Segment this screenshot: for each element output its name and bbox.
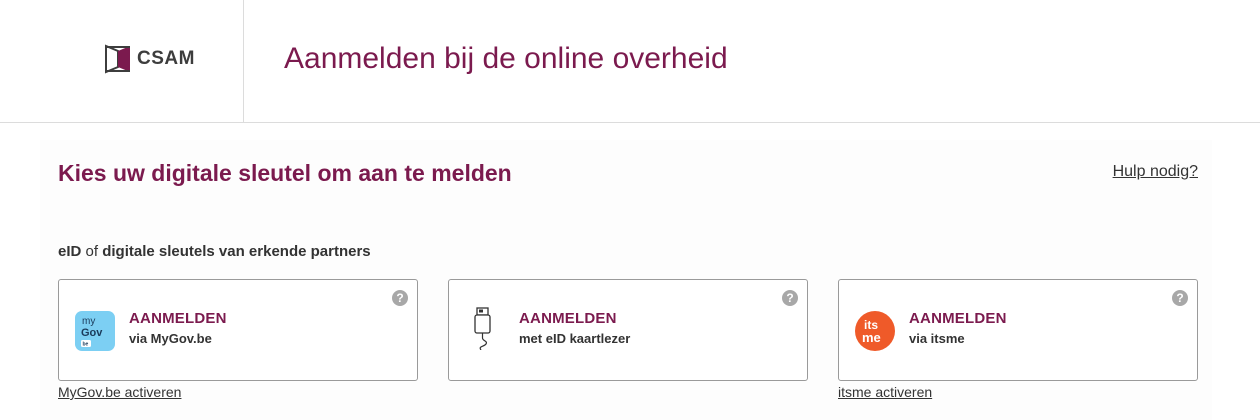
- card-subtitle: via MyGov.be: [129, 331, 212, 346]
- logo-area: CSAM: [0, 0, 244, 122]
- section-title: Kies uw digitale sleutel om aan te melde…: [58, 160, 512, 186]
- mygov-icon: my Gov be: [74, 310, 115, 351]
- subheading-partners: digitale sleutels van erkende partners: [102, 243, 371, 260]
- subheading: eID of digitale sleutels van erkende par…: [58, 243, 371, 260]
- help-link[interactable]: Hulp nodig?: [1113, 163, 1198, 181]
- csam-logo[interactable]: CSAM: [104, 44, 195, 74]
- card-title: AANMELDEN: [909, 310, 1007, 327]
- itsme-icon: its me: [854, 310, 895, 351]
- itsme-icon-text-me: me: [862, 330, 881, 345]
- subheading-eid: eID: [58, 243, 82, 260]
- card-subtitle: via itsme: [909, 331, 965, 346]
- card-title: AANMELDEN: [519, 310, 617, 327]
- card-title: AANMELDEN: [129, 310, 227, 327]
- itsme-activate-link[interactable]: itsme activeren: [838, 384, 932, 400]
- mygov-icon-text-be: be: [83, 342, 89, 348]
- help-icon[interactable]: ?: [1172, 290, 1188, 306]
- logo-text: CSAM: [137, 48, 195, 69]
- help-icon[interactable]: ?: [782, 290, 798, 306]
- card-subtitle: met eID kaartlezer: [519, 331, 631, 346]
- header: CSAM Aanmelden bij de online overheid: [0, 0, 1260, 123]
- help-icon[interactable]: ?: [392, 290, 408, 306]
- subheading-of: of: [81, 243, 103, 260]
- mygov-activate-link[interactable]: MyGov.be activeren: [58, 384, 181, 400]
- mygov-icon-text-my: my: [82, 316, 95, 327]
- mygov-icon-text-gov: Gov: [81, 327, 103, 339]
- login-card-eid[interactable]: ? AANMELDEN met eID kaartlezer: [448, 279, 808, 381]
- login-card-mygov[interactable]: ? my Gov be AANMELDEN via MyGov.be: [58, 279, 418, 381]
- card-reader-icon: [464, 307, 504, 351]
- csam-door-icon: [105, 44, 130, 74]
- page-title: Aanmelden bij de online overheid: [284, 42, 728, 75]
- login-card-itsme[interactable]: ? its me AANMELDEN via itsme: [838, 279, 1198, 381]
